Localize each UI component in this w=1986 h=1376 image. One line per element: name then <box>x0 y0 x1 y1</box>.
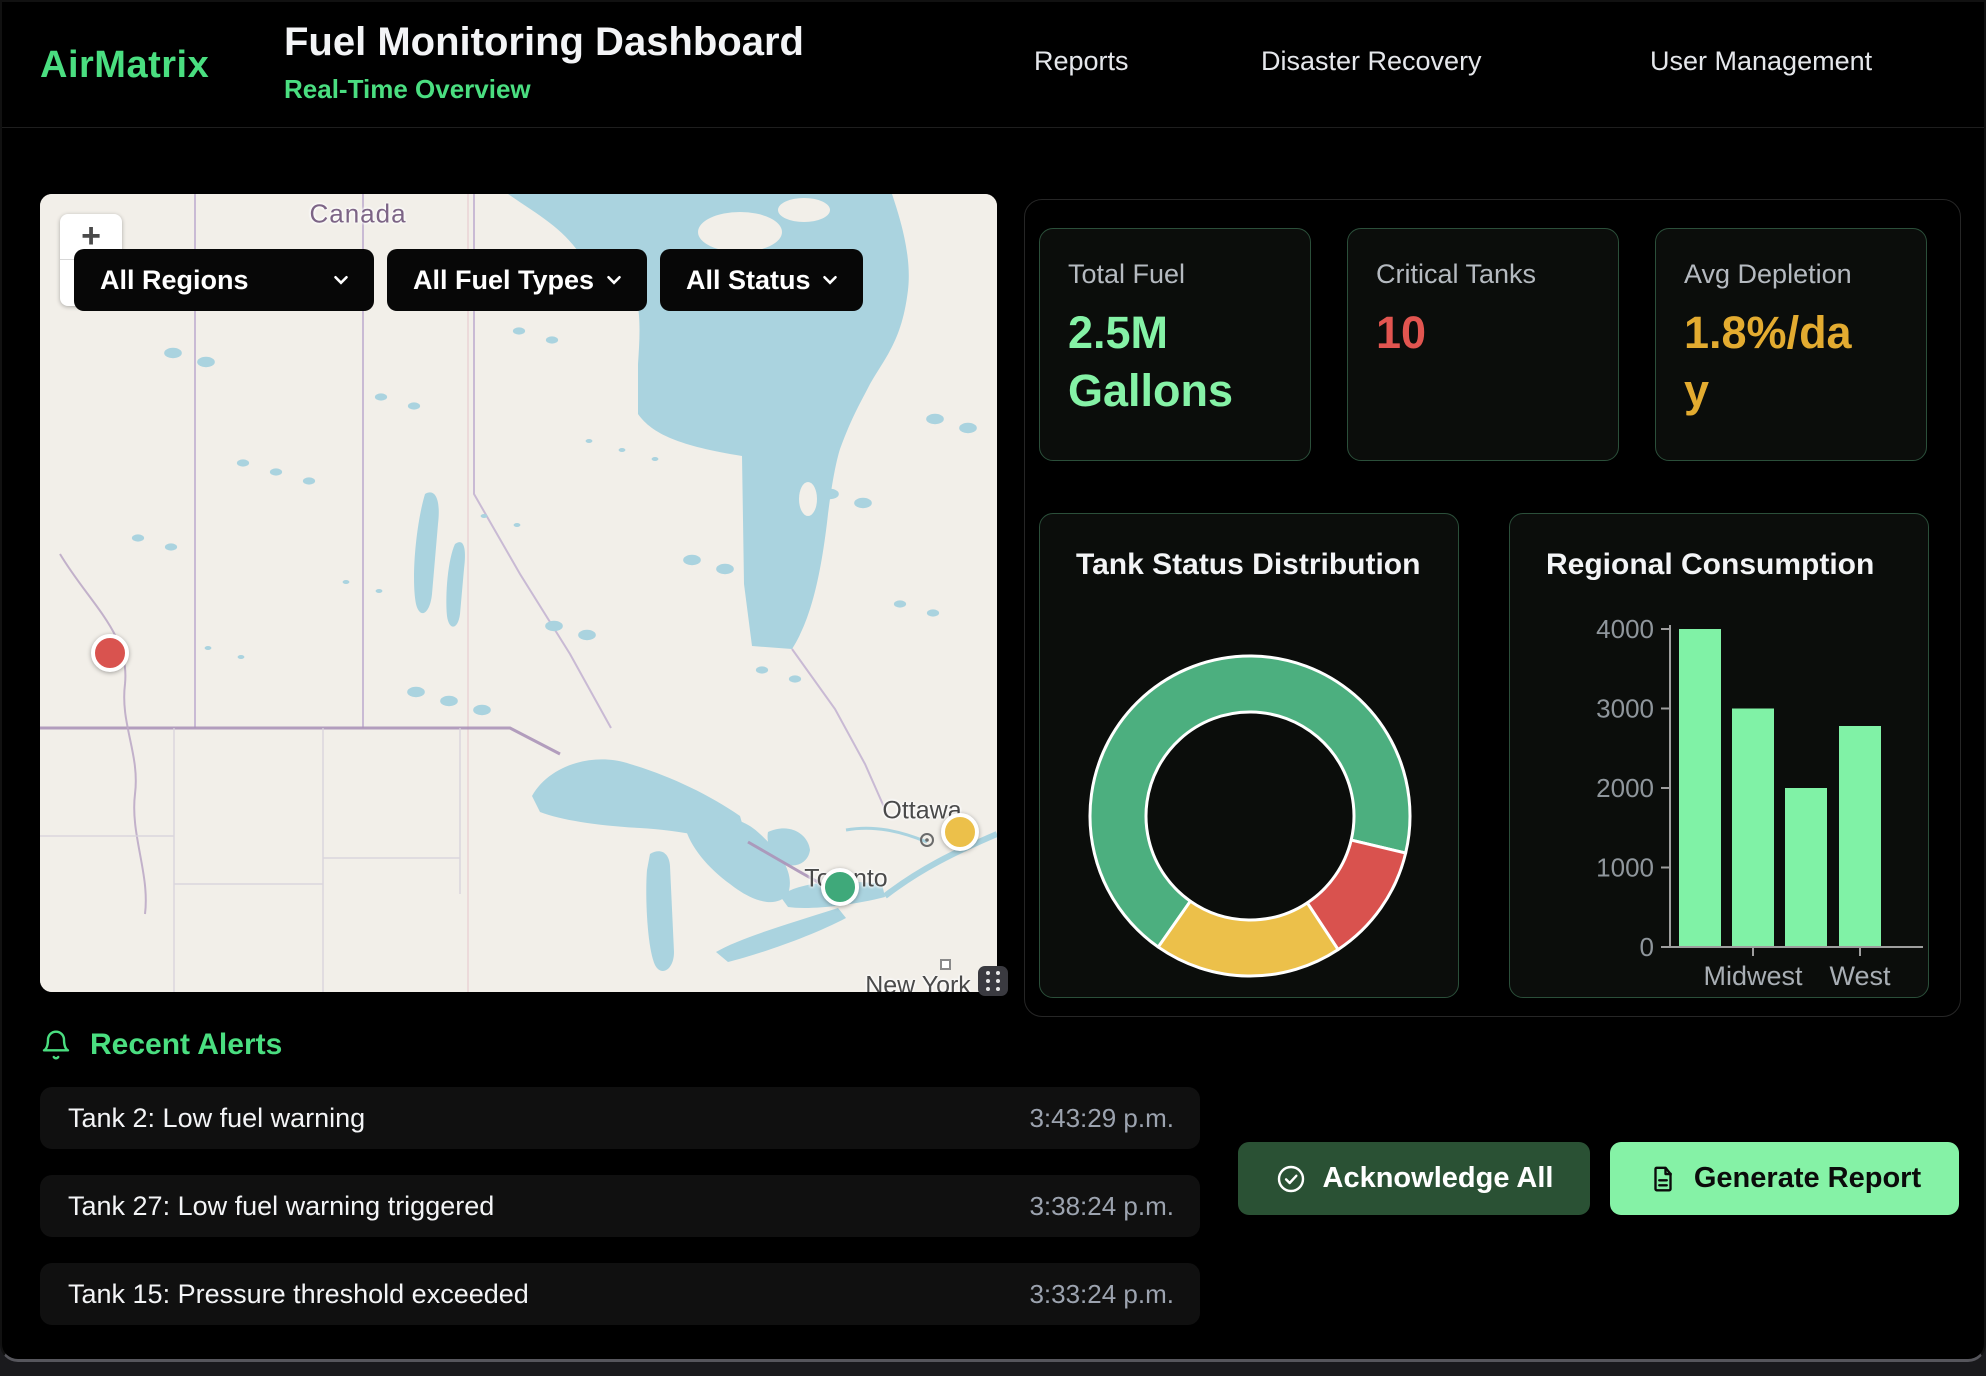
alert-message: Tank 2: Low fuel warning <box>68 1103 365 1134</box>
map[interactable]: Canada Ottawa Toronto New York + All Reg… <box>40 194 997 992</box>
map-filters: All Regions All Fuel Types All Status <box>74 249 863 311</box>
chart-title: Regional Consumption <box>1546 548 1874 582</box>
status-filter-value: All Status <box>686 265 811 296</box>
generate-report-label: Generate Report <box>1694 1162 1921 1195</box>
check-circle-icon <box>1275 1163 1307 1195</box>
svg-text:4000: 4000 <box>1596 614 1654 644</box>
fuel-type-filter-select[interactable]: All Fuel Types <box>387 249 647 311</box>
svg-text:2000: 2000 <box>1596 773 1654 803</box>
region-filter-select[interactable]: All Regions <box>74 249 374 311</box>
tank-marker[interactable] <box>941 813 979 851</box>
report-document-icon <box>1648 1164 1678 1194</box>
stat-value: 1.8%/day <box>1684 304 1856 419</box>
tank-status-chart-card: Tank Status Distribution <box>1039 513 1459 998</box>
regional-consumption-bar-chart: 4000 3000 2000 1000 0 Midwest West <box>1510 514 1930 999</box>
alerts-title: Recent Alerts <box>90 1028 282 1062</box>
generate-report-button[interactable]: Generate Report <box>1610 1142 1959 1215</box>
nav-disaster-recovery[interactable]: Disaster Recovery <box>1261 46 1482 77</box>
svg-text:Midwest: Midwest <box>1703 961 1803 991</box>
map-label-newyork: New York <box>865 972 971 993</box>
stat-label: Total Fuel <box>1068 259 1282 290</box>
stat-value: 10 <box>1376 304 1548 362</box>
chart-title: Tank Status Distribution <box>1076 548 1420 582</box>
alert-row: Tank 2: Low fuel warning 3:43:29 p.m. <box>40 1087 1200 1149</box>
map-label-canada: Canada <box>309 199 406 230</box>
region-filter-value: All Regions <box>100 265 249 296</box>
page-subtitle: Real-Time Overview <box>284 74 531 105</box>
page-title: Fuel Monitoring Dashboard <box>284 20 804 65</box>
overview-panel: Total Fuel 2.5M Gallons Critical Tanks 1… <box>1024 199 1961 1017</box>
tank-marker[interactable] <box>91 634 129 672</box>
regional-consumption-chart-card: Regional Consumption 4000 3000 2000 1000 0 Mi… <box>1509 513 1929 998</box>
alerts-header: Recent Alerts <box>40 1028 282 1062</box>
chevron-down-icon <box>819 269 841 291</box>
logo: AirMatrix <box>40 44 209 87</box>
tank-marker[interactable] <box>821 868 859 906</box>
header: AirMatrix Fuel Monitoring Dashboard Real… <box>2 2 1984 128</box>
status-filter-select[interactable]: All Status <box>660 249 863 311</box>
bell-icon <box>40 1029 72 1061</box>
app-window: AirMatrix Fuel Monitoring Dashboard Real… <box>0 0 1986 1362</box>
stat-value: 2.5M Gallons <box>1068 304 1240 419</box>
svg-text:1000: 1000 <box>1596 853 1654 883</box>
acknowledge-all-button[interactable]: Acknowledge All <box>1238 1142 1590 1215</box>
stat-label: Critical Tanks <box>1376 259 1590 290</box>
alert-message: Tank 15: Pressure threshold exceeded <box>68 1279 529 1310</box>
nav-user-management[interactable]: User Management <box>1650 46 1872 77</box>
acknowledge-all-label: Acknowledge All <box>1323 1162 1554 1195</box>
alert-time: 3:38:24 p.m. <box>1029 1191 1174 1222</box>
fuel-type-filter-value: All Fuel Types <box>413 265 594 296</box>
chevron-down-icon <box>603 269 625 291</box>
alert-row: Tank 15: Pressure threshold exceeded 3:3… <box>40 1263 1200 1325</box>
stat-card-critical-tanks: Critical Tanks 10 <box>1347 228 1619 461</box>
stat-card-avg-depletion: Avg Depletion 1.8%/day <box>1655 228 1927 461</box>
stat-label: Avg Depletion <box>1684 259 1898 290</box>
alert-row: Tank 27: Low fuel warning triggered 3:38… <box>40 1175 1200 1237</box>
alert-time: 3:33:24 p.m. <box>1029 1279 1174 1310</box>
chevron-down-icon <box>330 269 352 291</box>
stat-card-total-fuel: Total Fuel 2.5M Gallons <box>1039 228 1311 461</box>
svg-text:3000: 3000 <box>1596 694 1654 724</box>
svg-text:West: West <box>1829 961 1891 991</box>
svg-text:0: 0 <box>1640 932 1654 962</box>
nav-reports[interactable]: Reports <box>1034 46 1129 77</box>
resize-handle-icon[interactable] <box>978 966 1008 996</box>
alert-message: Tank 27: Low fuel warning triggered <box>68 1191 494 1222</box>
alert-time: 3:43:29 p.m. <box>1029 1103 1174 1134</box>
tank-status-doughnut-chart <box>1040 514 1460 999</box>
